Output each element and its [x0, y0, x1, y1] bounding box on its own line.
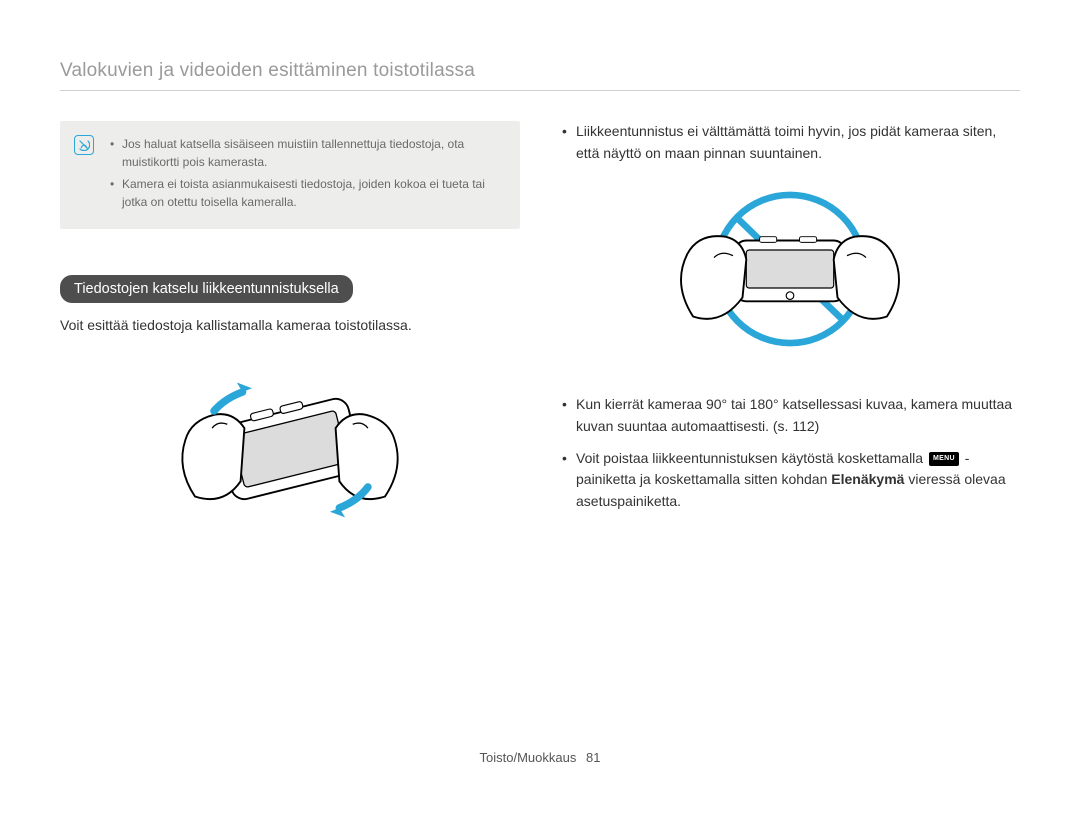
bullet-item: Voit poistaa liikkeentunnistuksen käytös… — [560, 448, 1020, 513]
sub-heading: Tiedostojen katselu liikkeentunnistuksel… — [60, 275, 353, 303]
footer-label: Toisto/Muokkaus — [480, 750, 577, 765]
note-item: Kamera ei toista asianmukaisesti tiedost… — [110, 175, 504, 211]
page-number: 81 — [586, 750, 600, 765]
note-box: Jos haluat katsella sisäiseen muistiin t… — [60, 121, 520, 229]
note-item: Jos haluat katsella sisäiseen muistiin t… — [110, 135, 504, 171]
bullet-bold: Elenäkymä — [831, 471, 904, 487]
bullet-item: Kun kierrät kameraa 90° tai 180° katsell… — [560, 394, 1020, 437]
page-title: Valokuvien ja videoiden esittäminen tois… — [60, 60, 1020, 91]
right-column: Liikkeentunnistus ei välttämättä toimi h… — [560, 121, 1020, 730]
content-columns: Jos haluat katsella sisäiseen muistiin t… — [60, 121, 1020, 730]
illustration-tilt — [60, 354, 520, 544]
menu-icon: MENU — [929, 452, 959, 467]
note-icon — [74, 135, 94, 155]
intro-text: Voit esittää tiedostoja kallistamalla ka… — [60, 315, 520, 336]
bullet-item: Liikkeentunnistus ei välttämättä toimi h… — [560, 121, 1020, 164]
left-column: Jos haluat katsella sisäiseen muistiin t… — [60, 121, 520, 730]
footer: Toisto/Muokkaus 81 — [60, 730, 1020, 765]
illustration-flat — [560, 174, 1020, 364]
bullet-text: Voit poistaa liikkeentunnistuksen käytös… — [576, 450, 927, 466]
